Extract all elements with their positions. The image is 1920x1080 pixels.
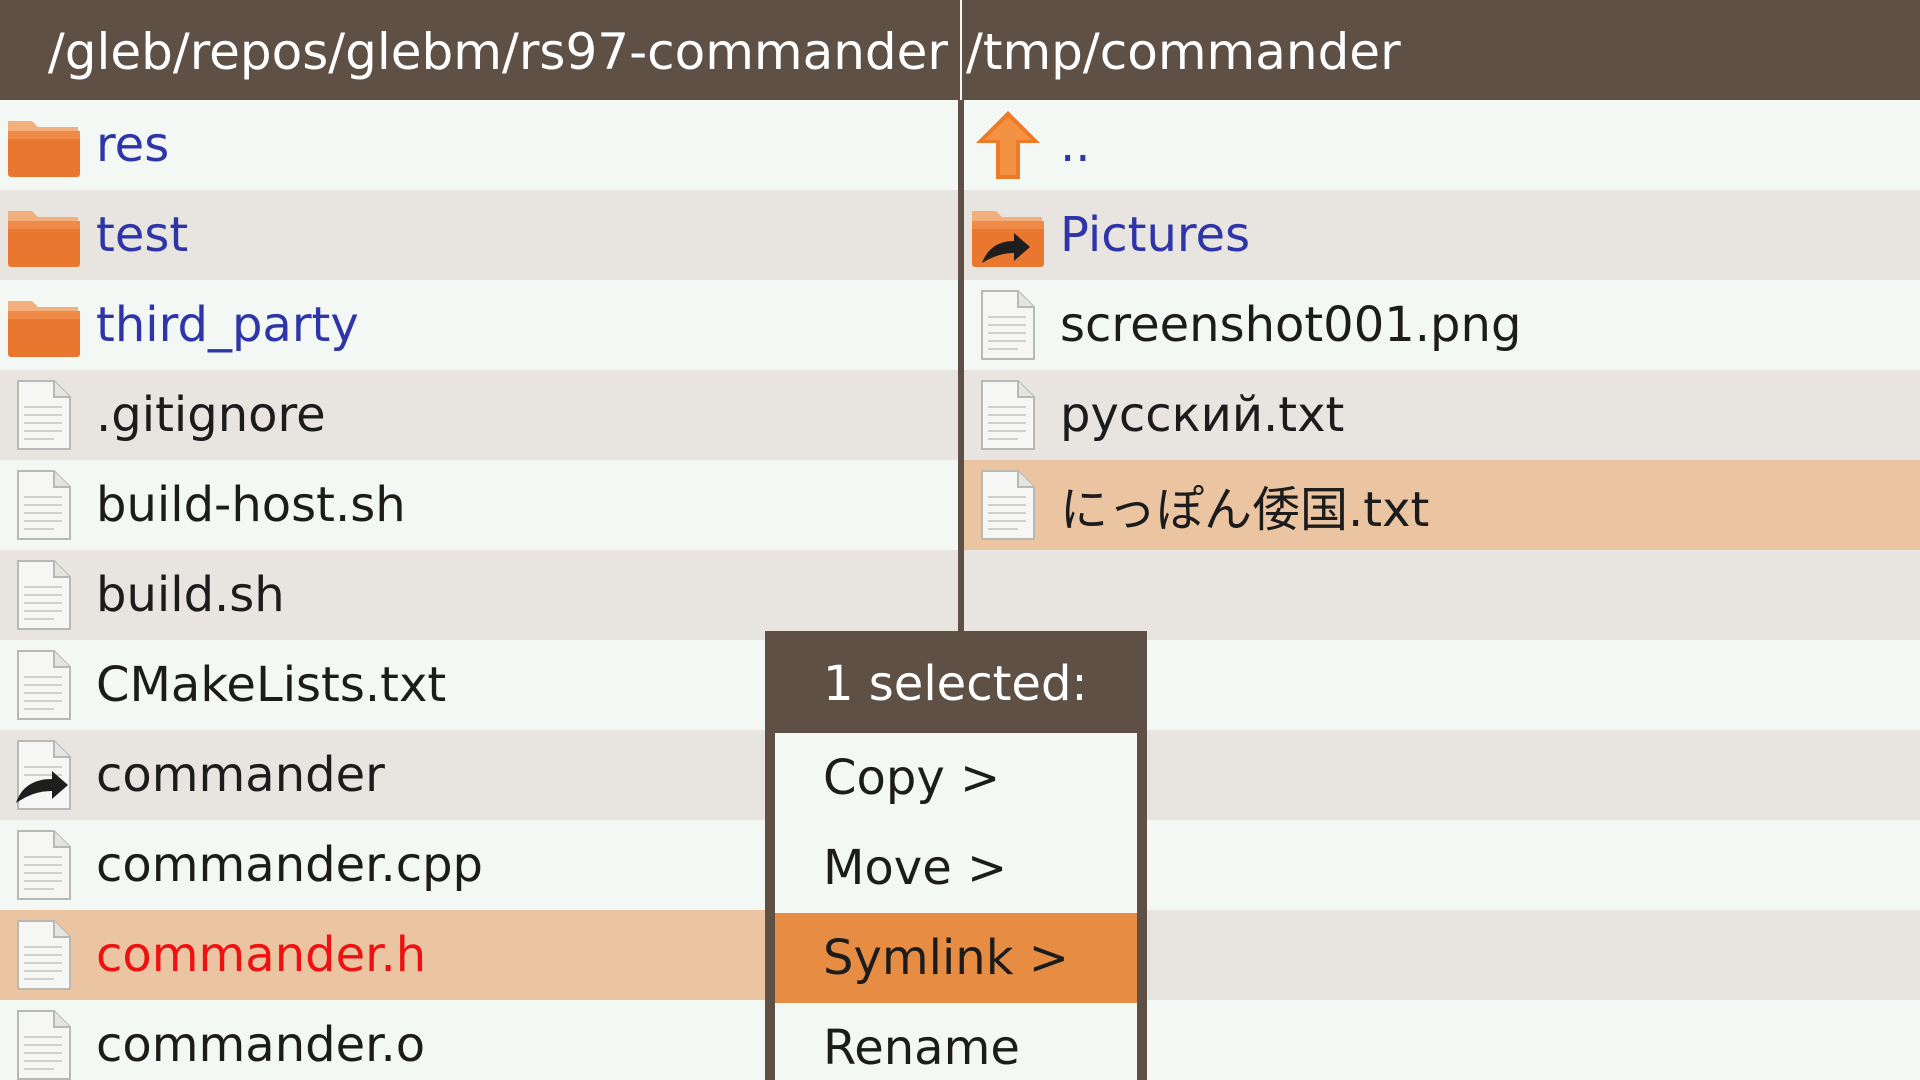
file-name: русский.txt — [1060, 387, 1345, 443]
folder-icon — [4, 197, 84, 273]
left-pane-path: /gleb/repos/glebm/rs97-commander — [0, 0, 958, 100]
file-name: CMakeLists.txt — [96, 657, 447, 713]
symlink-file-icon — [4, 737, 84, 813]
folder-icon — [4, 287, 84, 363]
up-arrow-icon — [968, 107, 1048, 183]
file-name: screenshot001.png — [1060, 297, 1522, 353]
file-icon — [4, 647, 84, 723]
context-menu: 1 selected: Copy > Move > Symlink > Rena… — [765, 631, 1147, 1080]
file-manager-app: /gleb/repos/glebm/rs97-commander res tes… — [0, 0, 1920, 1080]
file-name: build-host.sh — [96, 477, 406, 533]
right-pane-path: /tmp/commander — [964, 0, 1920, 100]
file-icon — [968, 287, 1048, 363]
list-item[interactable]: build.sh — [0, 550, 958, 640]
list-item[interactable]: .gitignore — [0, 370, 958, 460]
file-name: commander.h — [96, 927, 427, 983]
file-name: third_party — [96, 297, 359, 353]
file-name: commander — [96, 747, 385, 803]
list-item[interactable]: русский.txt — [964, 370, 1920, 460]
context-menu-items: Copy > Move > Symlink > Rename — [775, 733, 1137, 1080]
file-name: build.sh — [96, 567, 285, 623]
file-name: test — [96, 207, 189, 263]
folder-icon — [4, 107, 84, 183]
file-icon — [4, 917, 84, 993]
list-item[interactable]: .. — [964, 100, 1920, 190]
file-icon — [4, 467, 84, 543]
file-icon — [4, 1007, 84, 1080]
file-icon — [4, 557, 84, 633]
file-icon — [968, 377, 1048, 453]
file-icon — [4, 827, 84, 903]
file-name: commander.o — [96, 1017, 426, 1073]
context-menu-title: 1 selected: — [823, 656, 1088, 712]
file-name: res — [96, 117, 170, 173]
menu-item-move[interactable]: Move > — [775, 823, 1137, 913]
list-item[interactable]: res — [0, 100, 958, 190]
file-icon — [968, 467, 1048, 543]
file-name: にっぽん倭国.txt — [1060, 482, 1430, 538]
file-name: .. — [1060, 117, 1091, 173]
menu-item-symlink[interactable]: Symlink > — [775, 913, 1137, 1003]
list-item[interactable]: screenshot001.png — [964, 280, 1920, 370]
list-item[interactable]: third_party — [0, 280, 958, 370]
file-name: .gitignore — [96, 387, 326, 443]
menu-item-copy[interactable]: Copy > — [775, 733, 1137, 823]
file-icon — [4, 377, 84, 453]
list-item[interactable]: にっぽん倭国.txt — [964, 460, 1920, 550]
empty-row — [964, 550, 1920, 640]
list-item[interactable]: test — [0, 190, 958, 280]
file-name: commander.cpp — [96, 837, 484, 893]
list-item[interactable]: Pictures — [964, 190, 1920, 280]
file-name: Pictures — [1060, 207, 1251, 263]
list-item[interactable]: build-host.sh — [0, 460, 958, 550]
symlink-folder-icon — [968, 197, 1048, 273]
menu-item-rename[interactable]: Rename — [775, 1003, 1137, 1080]
